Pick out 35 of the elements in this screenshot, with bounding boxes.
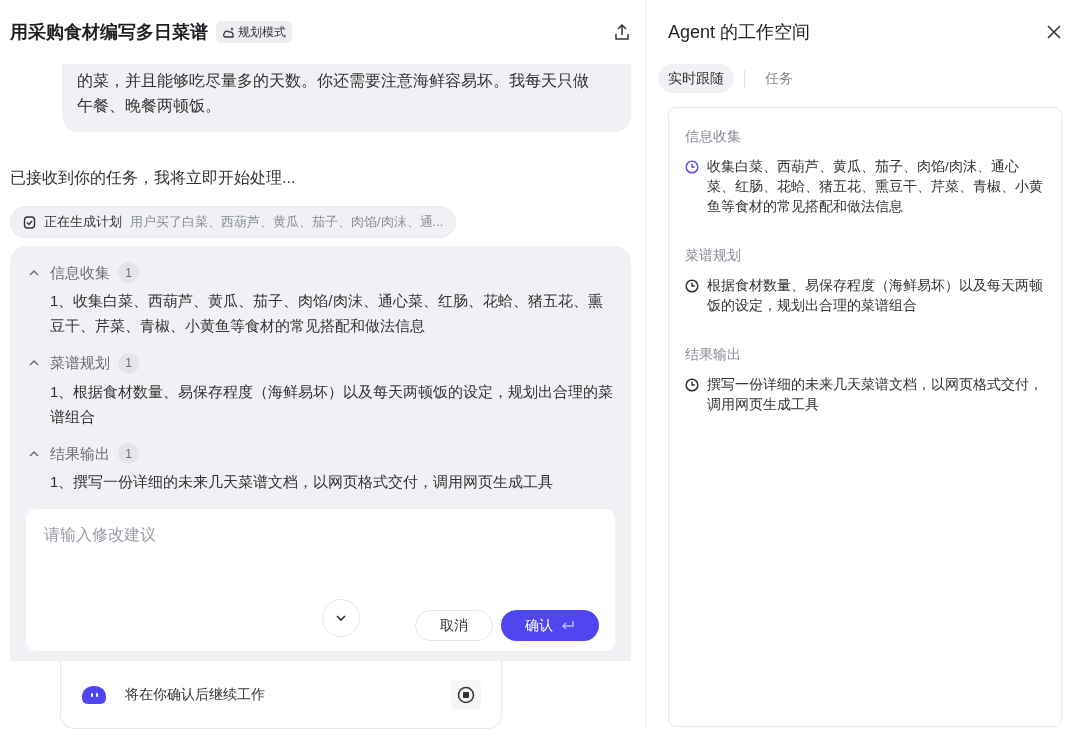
plan-summary: 用户买了白菜、西葫芦、黄瓜、茄子、肉馅/肉沫、通... xyxy=(130,213,444,231)
cancel-button[interactable]: 取消 xyxy=(415,610,493,641)
task-text: 收集白菜、西葫芦、黄瓜、茄子、肉馅/肉沫、通心菜、红肠、花蛤、猪五花、熏豆干、芹菜、青椒、小黄鱼等食材的常见搭配和做法信息 xyxy=(707,158,1044,216)
user-message: 的菜，并且能够吃尽量多的天数。你还需要注意海鲜容易坏。我每天只做午餐、晚餐两顿饭。 xyxy=(62,64,631,132)
chat-title: 用采购食材编写多日菜谱 xyxy=(10,20,208,44)
stop-icon xyxy=(456,685,475,704)
plan-status-label: 正在生成计划 xyxy=(44,213,122,231)
task-text: 撰写一份详细的未来几天菜谱文档，以网页格式交付，调用网页生成工具 xyxy=(707,376,1044,414)
mode-badge: 规划模式 xyxy=(216,21,292,43)
group-title: 菜谱规划 xyxy=(685,246,742,265)
plan-step: 1、收集白菜、西葫芦、黄瓜、茄子、肉馅/肉沫、通心菜、红肠、花蛤、猪五花、熏豆干、芹菜、青椒、小黄鱼等食材的常见搭配和做法信息 xyxy=(26,288,615,338)
group-title: 结果输出 xyxy=(685,345,742,364)
clipboard-check-icon xyxy=(23,214,36,229)
status-text: 将在你确认后继续工作 xyxy=(124,685,266,704)
count-badge: 1 xyxy=(118,262,139,284)
workspace-tab[interactable]: 任务 xyxy=(755,64,803,93)
share-icon[interactable] xyxy=(613,23,631,41)
workspace-title: Agent 的工作空间 xyxy=(668,20,811,44)
plan-step: 1、撰写一份详细的未来几天菜谱文档，以网页格式交付，调用网页生成工具 xyxy=(26,469,615,494)
close-icon[interactable] xyxy=(1046,24,1062,40)
task-text: 根据食材数量、易保存程度（海鲜易坏）以及每天两顿饭的设定，规划出合理的菜谱组合 xyxy=(707,277,1044,315)
section-title: 结果输出 xyxy=(50,443,110,464)
confirm-button[interactable]: 确认 xyxy=(501,610,599,641)
stop-button[interactable] xyxy=(450,679,481,710)
count-badge: 1 xyxy=(118,352,139,374)
plan-step: 1、根据食材数量、易保存程度（海鲜易坏）以及每天两顿饭的设定，规划出合理的菜谱组合 xyxy=(26,378,615,429)
robot-face-icon xyxy=(80,684,107,705)
suggestion-field[interactable]: 请输入修改建议 取消 确认 xyxy=(26,509,615,651)
enter-key-icon xyxy=(561,619,575,632)
section-title: 信息收集 xyxy=(50,262,110,283)
section-title: 菜谱规划 xyxy=(50,353,110,373)
assistant-message: 已接收到你的任务，我将立即开始处理... xyxy=(10,168,297,188)
workspace-tab[interactable]: 实时跟随 xyxy=(658,64,734,93)
count-badge: 1 xyxy=(118,443,139,465)
group-title: 信息收集 xyxy=(685,127,742,146)
